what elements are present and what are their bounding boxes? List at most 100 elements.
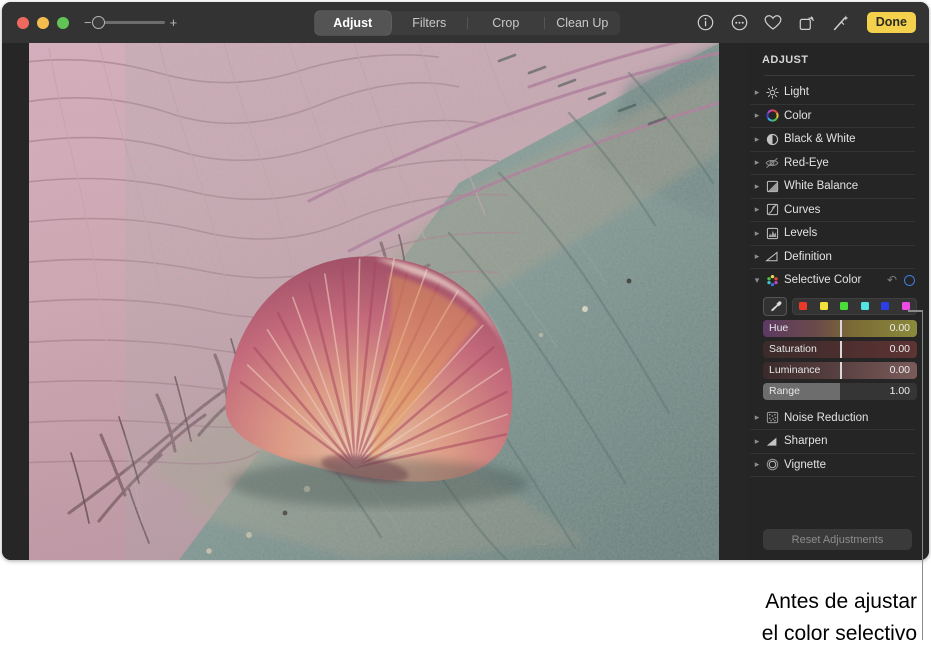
eyedropper-icon[interactable] <box>763 296 787 316</box>
panel-title: ADJUST <box>762 54 809 66</box>
adjust-item-label: Color <box>784 109 812 122</box>
color-swatches[interactable] <box>792 297 917 315</box>
close-window-button[interactable] <box>17 16 29 29</box>
definition-icon <box>764 249 780 265</box>
adjust-item-label: Sharpen <box>784 435 828 448</box>
swatch-blue[interactable] <box>881 302 890 310</box>
chevron-right-icon[interactable]: ▸ <box>750 87 764 98</box>
black-and-white-icon <box>764 131 780 147</box>
swatch-red[interactable] <box>799 302 808 310</box>
slider-value: 0.00 <box>889 343 910 355</box>
photos-editor-window: − + Adjust Filters Crop Clean Up Done AD… <box>2 2 929 560</box>
sharpen-icon <box>764 433 780 449</box>
slider-label: Luminance <box>769 364 821 376</box>
reset-adjustments-button[interactable]: Reset Adjustments <box>763 529 912 550</box>
swatch-magenta[interactable] <box>901 302 910 310</box>
adjust-panel: ADJUST ▸ Light ▸ Color ▸ Black & White ▸… <box>746 43 929 560</box>
zoom-out-icon[interactable]: − <box>84 16 92 29</box>
maximize-window-button[interactable] <box>57 16 69 29</box>
adjust-item-selective-color[interactable]: ▾ Selective Color ↶ <box>750 269 915 292</box>
slider-luminance[interactable]: Luminance 0.00 <box>763 361 917 379</box>
caption-line-1: Antes de ajustar <box>765 590 917 613</box>
color-wheel-icon <box>764 108 780 124</box>
zoom-slider-track[interactable] <box>91 15 165 29</box>
slider-saturation[interactable]: Saturation 0.00 <box>763 340 917 358</box>
tab-clean-up[interactable]: Clean Up <box>545 11 621 35</box>
window-titlebar: − + Adjust Filters Crop Clean Up Done <box>2 2 929 43</box>
slider-hue[interactable]: Hue 0.00 <box>763 319 917 337</box>
adjust-item-label: Black & White <box>784 133 856 146</box>
chevron-right-icon[interactable]: ▸ <box>750 134 764 145</box>
chevron-right-icon[interactable]: ▸ <box>750 459 764 470</box>
swatch-yellow[interactable] <box>819 302 828 310</box>
white-balance-icon <box>764 178 780 194</box>
caption-line-2: el color selectivo <box>761 622 917 645</box>
slider-label: Hue <box>769 322 789 334</box>
rotate-icon[interactable] <box>797 12 818 33</box>
swatch-cyan[interactable] <box>860 302 869 310</box>
adjust-item-sharpen[interactable]: ▸ Sharpen <box>750 430 915 454</box>
favorite-heart-icon[interactable] <box>763 12 784 33</box>
adjust-item-label: Red-Eye <box>784 156 829 169</box>
adjust-item-label: Selective Color <box>784 274 862 287</box>
chevron-right-icon[interactable]: ▸ <box>750 412 764 423</box>
adjust-item-label: Light <box>784 86 809 99</box>
adjust-item-label: White Balance <box>784 180 859 193</box>
zoom-slider-group[interactable]: − + <box>84 15 178 29</box>
adjust-item-vignette[interactable]: ▸ Vignette <box>750 454 915 477</box>
slider-range[interactable]: Range 1.00 <box>763 382 917 400</box>
zoom-in-icon[interactable]: + <box>170 16 178 29</box>
vignette-icon <box>764 457 780 473</box>
editor-mode-tabs[interactable]: Adjust Filters Crop Clean Up <box>315 11 620 35</box>
tab-crop[interactable]: Crop <box>468 11 544 35</box>
photo-canvas-area <box>2 43 746 560</box>
info-icon[interactable] <box>695 12 716 33</box>
adjust-item-red-eye[interactable]: ▸ Red-Eye <box>750 152 915 175</box>
minimize-window-button[interactable] <box>37 16 49 29</box>
adjust-item-levels[interactable]: ▸ Levels <box>750 222 915 246</box>
chevron-right-icon[interactable]: ▸ <box>750 110 764 121</box>
caption-text: Antes de ajustar el color selectivo <box>487 586 917 650</box>
adjust-item-definition[interactable]: ▸ Definition <box>750 246 915 269</box>
slider-label: Range <box>769 385 800 397</box>
traffic-light-buttons <box>17 16 69 29</box>
chevron-right-icon[interactable]: ▸ <box>750 251 764 262</box>
chevron-right-icon[interactable]: ▸ <box>750 181 764 192</box>
chevron-right-icon[interactable]: ▸ <box>750 228 764 239</box>
light-icon <box>764 84 780 100</box>
tab-filters[interactable]: Filters <box>392 11 468 35</box>
adjust-item-label: Definition <box>784 250 832 263</box>
adjust-item-white-balance[interactable]: ▸ White Balance <box>750 175 915 199</box>
adjust-item-label: Noise Reduction <box>784 411 869 424</box>
adjust-item-color[interactable]: ▸ Color <box>750 105 915 128</box>
levels-icon <box>764 225 780 241</box>
adjust-item-black-and-white[interactable]: ▸ Black & White <box>750 128 915 152</box>
done-button[interactable]: Done <box>866 12 916 33</box>
adjust-item-light[interactable]: ▸ Light <box>750 81 915 105</box>
slider-knob <box>840 319 842 337</box>
reset-arrow-icon[interactable]: ↶ <box>887 273 897 287</box>
panel-title-divider <box>764 75 915 76</box>
more-options-icon[interactable] <box>729 12 750 33</box>
slider-knob <box>840 340 842 358</box>
chevron-down-icon[interactable]: ▾ <box>750 275 764 286</box>
slider-knob <box>840 361 842 379</box>
chevron-right-icon[interactable]: ▸ <box>750 436 764 447</box>
tab-adjust[interactable]: Adjust <box>315 11 391 35</box>
photo-image[interactable] <box>29 43 719 560</box>
chevron-right-icon[interactable]: ▸ <box>750 204 764 215</box>
adjust-item-label: Levels <box>784 227 818 240</box>
adjust-item-label: Vignette <box>784 458 826 471</box>
curves-icon <box>764 202 780 218</box>
enable-toggle-circle-icon[interactable] <box>904 274 915 286</box>
zoom-slider-knob[interactable] <box>91 15 105 29</box>
chevron-right-icon[interactable]: ▸ <box>750 157 764 168</box>
adjust-item-curves[interactable]: ▸ Curves <box>750 199 915 222</box>
slider-value: 0.00 <box>889 322 910 334</box>
adjust-item-noise-reduction[interactable]: ▸ Noise Reduction <box>750 407 915 430</box>
auto-enhance-wand-icon[interactable] <box>831 12 852 33</box>
selective-color-swatch-row <box>763 296 917 316</box>
slider-label: Saturation <box>769 343 817 355</box>
swatch-green[interactable] <box>840 302 849 310</box>
callout-vertical-segment <box>921 310 923 640</box>
